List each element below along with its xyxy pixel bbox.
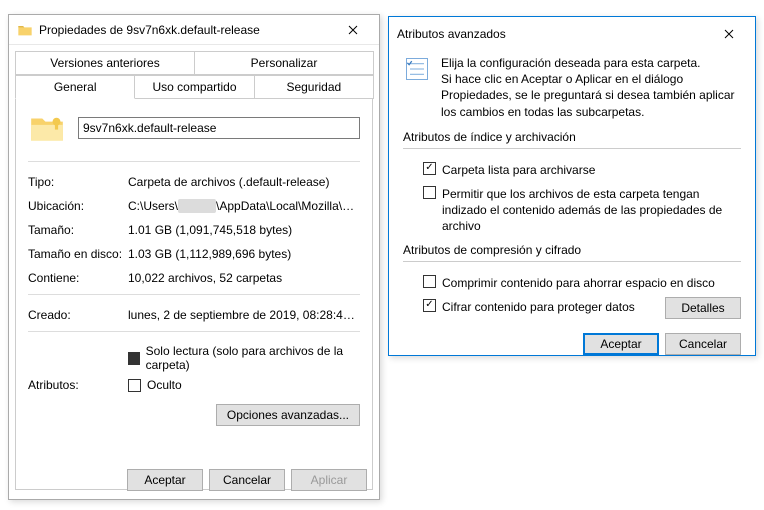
details-button[interactable]: Detalles: [665, 297, 741, 319]
contains-label: Contiene:: [28, 271, 128, 285]
folder-large-icon: [28, 109, 66, 147]
tab-panel-general: Tipo:Carpeta de archivos (.default-relea…: [15, 98, 373, 490]
tab-sharing[interactable]: Uso compartido: [134, 75, 254, 99]
cancel-button[interactable]: Cancelar: [665, 333, 741, 355]
tab-customize[interactable]: Personalizar: [194, 51, 374, 75]
created-label: Creado:: [28, 308, 128, 322]
cancel-button[interactable]: Cancelar: [209, 469, 285, 491]
advanced-buttons: Aceptar Cancelar: [403, 333, 741, 355]
properties-buttons: Aceptar Cancelar Aplicar: [127, 469, 367, 491]
checklist-icon: [403, 55, 431, 83]
hidden-label: Oculto: [147, 378, 182, 392]
advanced-title: Atributos avanzados: [397, 27, 709, 41]
close-button[interactable]: [709, 24, 749, 44]
type-label: Tipo:: [28, 175, 128, 189]
type-value: Carpeta de archivos (.default-release): [128, 175, 360, 189]
location-value: C:\Users\████\AppData\Local\Mozilla\Fire…: [128, 199, 360, 213]
ok-button[interactable]: Aceptar: [127, 469, 203, 491]
compress-label: Comprimir contenido para ahorrar espacio…: [442, 275, 741, 291]
index-checkbox[interactable]: [423, 186, 436, 199]
properties-titlebar[interactable]: Propiedades de 9sv7n6xk.default-release: [9, 15, 379, 45]
archive-checkbox[interactable]: [423, 162, 436, 175]
properties-dialog: Propiedades de 9sv7n6xk.default-release …: [8, 14, 380, 500]
tab-security[interactable]: Seguridad: [254, 75, 374, 99]
readonly-label: Solo lectura (solo para archivos de la c…: [146, 344, 360, 372]
advanced-attributes-dialog: Atributos avanzados Elija la configuraci…: [388, 16, 756, 356]
group-index-label: Atributos de índice y archivación: [403, 130, 741, 144]
folder-name-input[interactable]: [78, 117, 360, 139]
created-value: lunes, 2 de septiembre de 2019, 08:28:49…: [128, 308, 360, 322]
index-label: Permitir que los archivos de esta carpet…: [442, 186, 741, 235]
ok-button[interactable]: Aceptar: [583, 333, 659, 355]
advanced-titlebar[interactable]: Atributos avanzados: [389, 17, 755, 47]
tab-general[interactable]: General: [15, 75, 135, 99]
close-button[interactable]: [333, 20, 373, 40]
size-on-disk-value: 1.03 GB (1,112,989,696 bytes): [128, 247, 360, 261]
size-on-disk-label: Tamaño en disco:: [28, 247, 128, 261]
size-value: 1.01 GB (1,091,745,518 bytes): [128, 223, 360, 237]
folder-properties-icon: [17, 22, 33, 38]
group-compress-label: Atributos de compresión y cifrado: [403, 243, 741, 257]
hidden-checkbox[interactable]: [128, 379, 141, 392]
size-label: Tamaño:: [28, 223, 128, 237]
properties-title: Propiedades de 9sv7n6xk.default-release: [39, 23, 333, 37]
tab-previous-versions[interactable]: Versiones anteriores: [15, 51, 195, 75]
location-label: Ubicación:: [28, 199, 128, 213]
tab-strip: Versiones anteriores Personalizar Genera…: [9, 45, 379, 99]
encrypt-checkbox[interactable]: [423, 299, 436, 312]
attributes-label: Atributos:: [28, 378, 128, 392]
intro-text: Elija la configuración deseada para esta…: [441, 55, 741, 120]
readonly-checkbox[interactable]: [128, 352, 140, 365]
advanced-options-button[interactable]: Opciones avanzadas...: [216, 404, 360, 426]
archive-label: Carpeta lista para archivarse: [442, 162, 741, 178]
compress-checkbox[interactable]: [423, 275, 436, 288]
contains-value: 10,022 archivos, 52 carpetas: [128, 271, 360, 285]
apply-button[interactable]: Aplicar: [291, 469, 367, 491]
